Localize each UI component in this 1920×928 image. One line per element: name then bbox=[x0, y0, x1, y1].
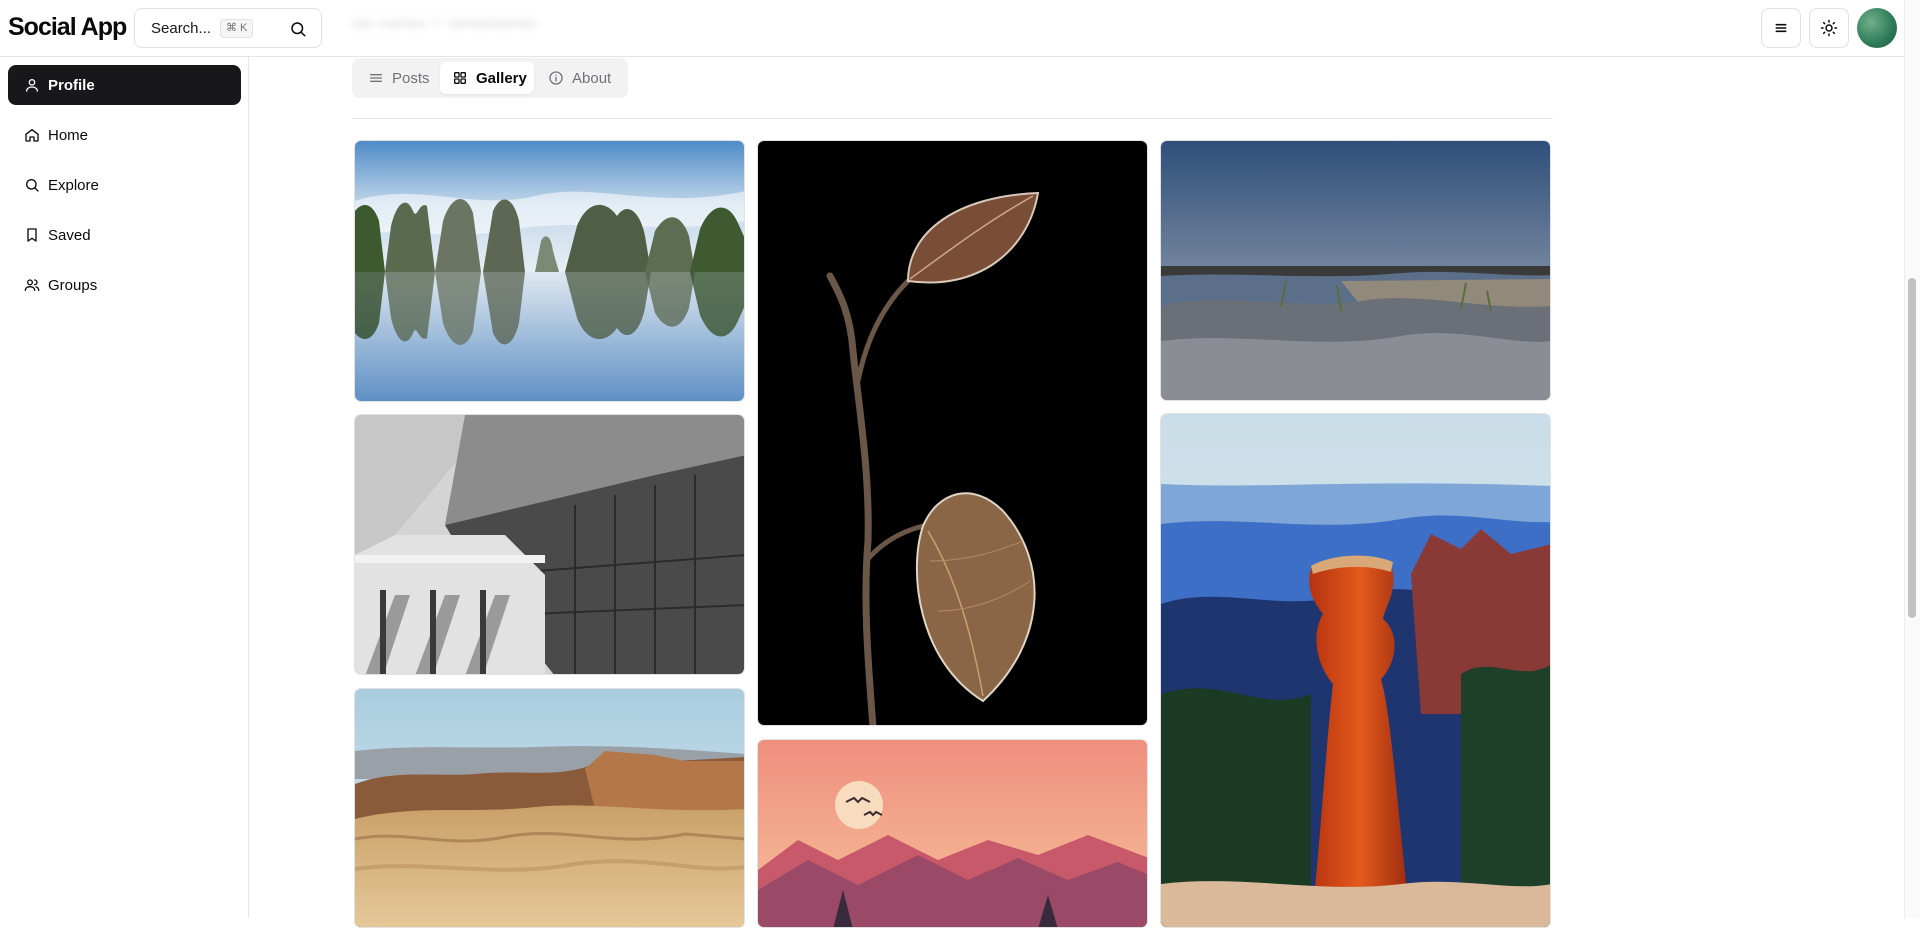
menu-icon bbox=[1775, 23, 1787, 33]
grid-icon bbox=[454, 72, 466, 84]
tab-label: Posts bbox=[392, 69, 430, 87]
sidebar-item-home[interactable]: Home bbox=[8, 115, 241, 155]
search-label: Search... bbox=[151, 20, 212, 37]
sidebar-item-label: Saved bbox=[48, 226, 91, 244]
sidebar: Profile Home Explore Saved Groups bbox=[0, 57, 249, 918]
info-icon bbox=[549, 71, 563, 85]
search-button[interactable]: Search... ⌘ K bbox=[134, 8, 322, 48]
gallery-photo-hoodoo-canyon[interactable] bbox=[1160, 413, 1551, 928]
list-icon bbox=[370, 74, 382, 82]
gallery-photo-sunset-mountains[interactable] bbox=[757, 739, 1148, 928]
gallery-photo-lake-dusk[interactable] bbox=[1160, 140, 1551, 401]
sidebar-item-label: Explore bbox=[48, 176, 99, 194]
app-logo[interactable]: Social App bbox=[8, 13, 127, 42]
sun-icon bbox=[1820, 19, 1838, 37]
frosted-leaves-image bbox=[758, 141, 1147, 725]
tab-gallery[interactable]: Gallery bbox=[440, 62, 534, 94]
page-scrollbar-thumb[interactable] bbox=[1908, 278, 1916, 618]
sidebar-item-label: Home bbox=[48, 126, 89, 144]
tab-posts[interactable]: Posts bbox=[362, 62, 434, 94]
hoodoo-canyon-image bbox=[1161, 414, 1550, 927]
sidebar-item-label: Profile bbox=[48, 76, 95, 94]
tab-label: Gallery bbox=[476, 69, 527, 87]
top-bar: Social App Search... ⌘ K — —— · ———— bbox=[0, 0, 1904, 57]
gallery-photo-modern-building[interactable] bbox=[354, 414, 745, 675]
gallery-photo-karst-peaks[interactable] bbox=[354, 140, 745, 402]
sidebar-item-groups[interactable]: Groups bbox=[8, 265, 241, 305]
search-icon bbox=[26, 179, 39, 192]
user-avatar[interactable] bbox=[1857, 8, 1897, 48]
sidebar-item-label: Groups bbox=[48, 276, 98, 294]
users-icon bbox=[24, 279, 40, 291]
search-shortcut-badge: ⌘ K bbox=[220, 19, 254, 38]
search-icon bbox=[291, 22, 306, 37]
gallery-photo-desert-ridges[interactable] bbox=[354, 688, 745, 928]
lake-dusk-image bbox=[1161, 141, 1550, 400]
tabs-divider bbox=[352, 118, 1553, 119]
bookmark-icon bbox=[27, 228, 37, 242]
sidebar-item-profile[interactable]: Profile bbox=[8, 65, 241, 105]
desert-ridges-image bbox=[355, 689, 744, 927]
profile-tabs: Posts Gallery About bbox=[352, 58, 628, 98]
sunset-mountains-image bbox=[758, 740, 1147, 927]
sidebar-item-saved[interactable]: Saved bbox=[8, 215, 241, 255]
karst-peaks-image bbox=[355, 141, 744, 401]
gallery-photo-frosted-leaves[interactable] bbox=[757, 140, 1148, 726]
user-icon bbox=[26, 79, 38, 92]
modern-building-image bbox=[355, 415, 744, 674]
home-icon bbox=[25, 129, 39, 142]
tab-label: About bbox=[572, 69, 612, 87]
sidebar-item-explore[interactable]: Explore bbox=[8, 165, 241, 205]
page-title-blurred: — —— · ———— bbox=[352, 10, 538, 35]
menu-button[interactable] bbox=[1761, 8, 1801, 48]
tab-about[interactable]: About bbox=[540, 62, 622, 94]
theme-toggle-button[interactable] bbox=[1809, 8, 1849, 48]
